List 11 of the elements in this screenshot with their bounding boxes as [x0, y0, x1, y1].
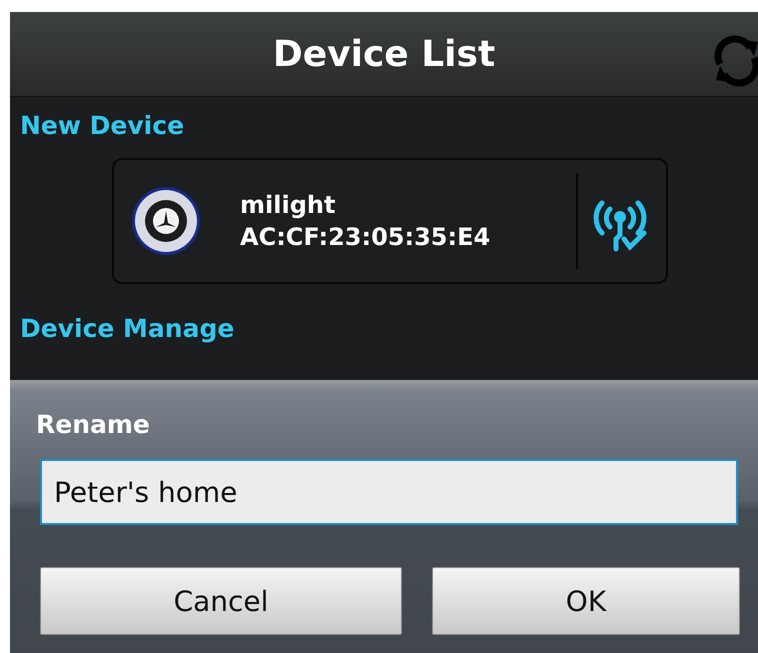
device-name: milight — [240, 191, 336, 219]
section-heading: New Device — [20, 111, 186, 140]
ok-button[interactable]: OK — [432, 567, 740, 635]
name-input-field[interactable]: Peter's home — [40, 459, 738, 525]
device-card[interactable]: milight AC:CF:23:05:35:E4 — [112, 158, 668, 284]
cancel-button[interactable]: Cancel — [40, 567, 402, 635]
dialog-title: Rename — [36, 410, 151, 439]
window-title: Device List — [272, 34, 496, 74]
section-heading: Device Manage — [20, 314, 236, 343]
mac-address: AC:CF:23:05:35:E4 — [240, 223, 492, 251]
lamp-icon — [130, 185, 202, 257]
